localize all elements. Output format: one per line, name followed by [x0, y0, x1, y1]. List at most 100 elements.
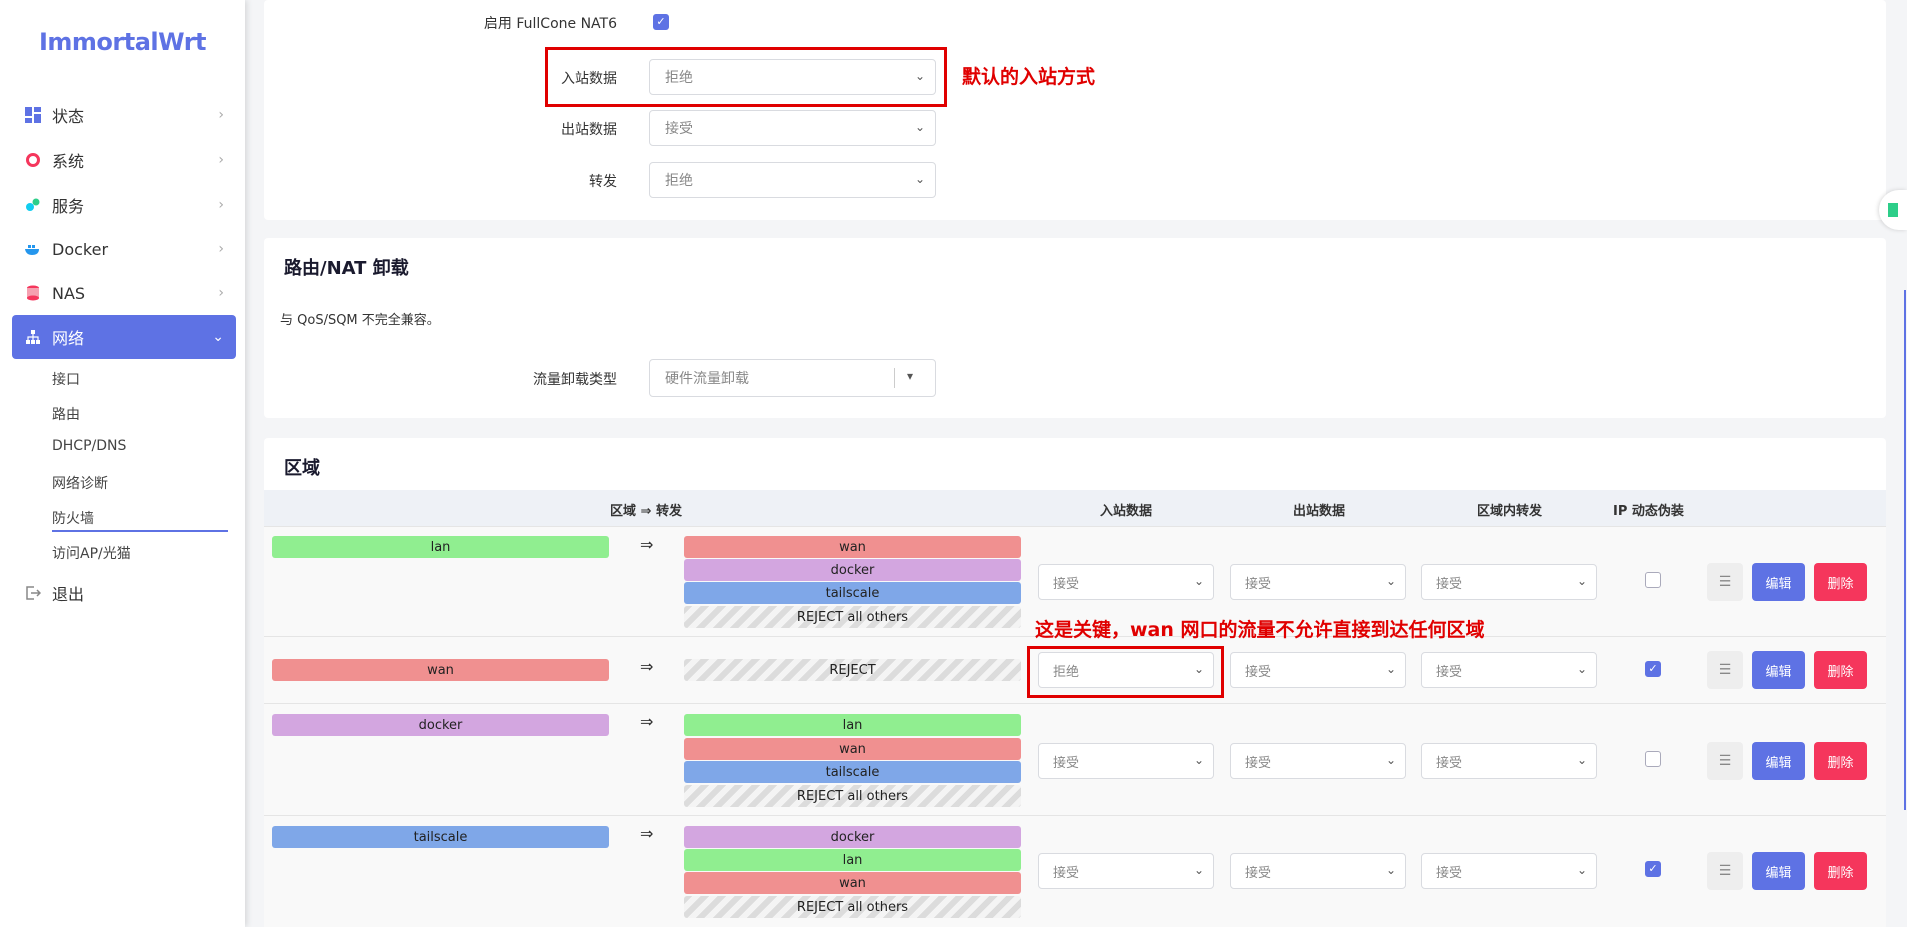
menu-item-logout[interactable]: 退出	[12, 573, 236, 613]
docker-icon	[24, 240, 42, 258]
offload-description: 与 QoS/SQM 不完全兼容。	[280, 313, 440, 328]
target-badge-reject: REJECT	[684, 659, 1021, 681]
forward-select[interactable]: 拒绝 ⌄	[649, 162, 936, 198]
edit-button[interactable]: 编辑	[1752, 742, 1805, 780]
chevron-down-icon: ⌄	[212, 329, 224, 345]
target-badge-tailscale: tailscale	[684, 761, 1021, 783]
submenu-diagnostics[interactable]: 网络诊断	[52, 473, 108, 493]
menu-label: 退出	[52, 585, 85, 604]
zone-output-value: 接受	[1245, 865, 1272, 881]
masquerade-checkbox[interactable]: ✓	[1645, 661, 1661, 677]
offload-type-select[interactable]: 硬件流量卸载 ▾	[649, 359, 936, 397]
forward-arrow: ⇒	[640, 535, 654, 554]
edit-button[interactable]: 编辑	[1752, 651, 1805, 689]
zone-badge-tailscale: tailscale	[272, 826, 609, 848]
chevron-down-icon: ⌄	[1385, 662, 1396, 676]
zone-input-select[interactable]: 接受 ⌄	[1038, 564, 1214, 600]
zone-intra-select[interactable]: 接受 ⌄	[1421, 853, 1597, 889]
menu-label: NAS	[52, 283, 86, 303]
masquerade-checkbox[interactable]	[1645, 572, 1661, 588]
delete-button[interactable]: 删除	[1814, 651, 1867, 689]
forward-select-value: 拒绝	[665, 173, 693, 189]
menu-item-system[interactable]: 系统 ›	[12, 140, 236, 180]
target-badge-reject: REJECT all others	[684, 785, 1021, 807]
submenu-routes[interactable]: 路由	[52, 404, 80, 424]
annotation-default-input: 默认的入站方式	[962, 66, 1096, 88]
masquerade-checkbox[interactable]: ✓	[1645, 861, 1661, 877]
chevron-right-icon: ›	[218, 285, 224, 301]
zone-output-select[interactable]: 接受 ⌄	[1230, 652, 1406, 688]
target-badge-reject: REJECT all others	[684, 896, 1021, 918]
output-select[interactable]: 接受 ⌄	[649, 110, 936, 146]
submenu-ap-modem[interactable]: 访问AP/光猫	[52, 543, 131, 563]
edit-button[interactable]: 编辑	[1752, 563, 1805, 601]
drag-handle-icon[interactable]: ☰	[1707, 563, 1743, 601]
menu-item-status[interactable]: 状态 ›	[12, 95, 236, 135]
zone-output-select[interactable]: 接受 ⌄	[1230, 564, 1406, 600]
annotation-box-wan-input	[1027, 646, 1224, 698]
zone-intra-select[interactable]: 接受 ⌄	[1421, 652, 1597, 688]
menu-label: 服务	[52, 197, 85, 216]
zone-input-value: 接受	[1053, 865, 1080, 881]
zone-intra-value: 接受	[1436, 865, 1463, 881]
zone-intra-select[interactable]: 接受 ⌄	[1421, 564, 1597, 600]
zone-output-select[interactable]: 接受 ⌄	[1230, 853, 1406, 889]
target-badge-docker: docker	[684, 559, 1021, 581]
chevron-down-icon: ⌄	[1385, 753, 1396, 767]
drag-handle-icon[interactable]: ☰	[1707, 742, 1743, 780]
header-output: 出站数据	[1293, 504, 1346, 519]
zone-input-value: 接受	[1053, 576, 1080, 592]
delete-button[interactable]: 删除	[1814, 852, 1867, 890]
sidebar: ImmortalWrt 状态 › 系统 › 服务 › Docker › NAS …	[0, 0, 245, 927]
zone-intra-value: 接受	[1436, 664, 1463, 680]
chevron-down-icon: ⌄	[1385, 574, 1396, 588]
general-settings-card: 启用 FullCone NAT6 ✓ 入站数据 拒绝 ⌄ 出站数据 接受 ⌄ 转…	[264, 0, 1886, 220]
target-badge-tailscale: tailscale	[684, 582, 1021, 604]
forward-arrow: ⇒	[640, 712, 654, 731]
menu-item-docker[interactable]: Docker ›	[12, 229, 236, 269]
chevron-down-icon: ⌄	[1576, 753, 1587, 767]
table-row: tailscale ⇒ docker lan wan REJECT all ot…	[264, 815, 1886, 927]
menu-item-nas[interactable]: NAS ›	[12, 273, 236, 313]
bookmark-tab[interactable]	[1879, 190, 1907, 230]
delete-button[interactable]: 删除	[1814, 563, 1867, 601]
output-label: 出站数据	[561, 122, 617, 138]
submenu-firewall[interactable]: 防火墙	[52, 508, 94, 528]
zone-badge-docker: docker	[272, 714, 609, 736]
zone-input-select[interactable]: 接受 ⌄	[1038, 743, 1214, 779]
zones-title: 区域	[284, 458, 320, 479]
zone-badge-wan: wan	[272, 659, 609, 681]
forward-arrow: ⇒	[640, 824, 654, 843]
logo[interactable]: ImmortalWrt	[0, 28, 245, 56]
zone-input-select[interactable]: 接受 ⌄	[1038, 853, 1214, 889]
zone-output-value: 接受	[1245, 664, 1272, 680]
zone-intra-select[interactable]: 接受 ⌄	[1421, 743, 1597, 779]
zone-intra-value: 接受	[1436, 576, 1463, 592]
zone-output-select[interactable]: 接受 ⌄	[1230, 743, 1406, 779]
drag-handle-icon[interactable]: ☰	[1707, 852, 1743, 890]
drag-handle-icon[interactable]: ☰	[1707, 651, 1743, 689]
delete-button[interactable]: 删除	[1814, 742, 1867, 780]
header-zone-forward: 区域 ⇒ 转发	[610, 504, 682, 519]
submenu-interfaces[interactable]: 接口	[52, 369, 80, 389]
forward-label: 转发	[589, 174, 617, 190]
offload-title: 路由/NAT 卸载	[284, 258, 409, 279]
zone-output-value: 接受	[1245, 755, 1272, 771]
zones-table-header: 区域 ⇒ 转发 入站数据 出站数据 区域内转发 IP 动态伪装	[264, 490, 1886, 526]
zone-input-value: 接受	[1053, 755, 1080, 771]
chevron-right-icon: ›	[218, 152, 224, 168]
edit-button[interactable]: 编辑	[1752, 852, 1805, 890]
fullcone-checkbox[interactable]: ✓	[653, 14, 669, 30]
chevron-down-icon: ⌄	[1193, 574, 1204, 588]
zone-output-value: 接受	[1245, 576, 1272, 592]
submenu-dhcp-dns[interactable]: DHCP/DNS	[52, 438, 126, 454]
annotation-wan-note: 这是关键，wan 网口的流量不允许直接到达任何区域	[1035, 619, 1485, 641]
masquerade-checkbox[interactable]	[1645, 751, 1661, 767]
annotation-box-default-input	[545, 47, 947, 107]
target-badge-wan: wan	[684, 872, 1021, 894]
chevron-down-icon: ⌄	[1576, 863, 1587, 877]
dashboard-icon	[24, 106, 42, 124]
menu-item-services[interactable]: 服务 ›	[12, 185, 236, 225]
fullcone-label: 启用 FullCone NAT6	[483, 16, 617, 32]
menu-item-network[interactable]: 网络 ⌄	[12, 315, 236, 359]
